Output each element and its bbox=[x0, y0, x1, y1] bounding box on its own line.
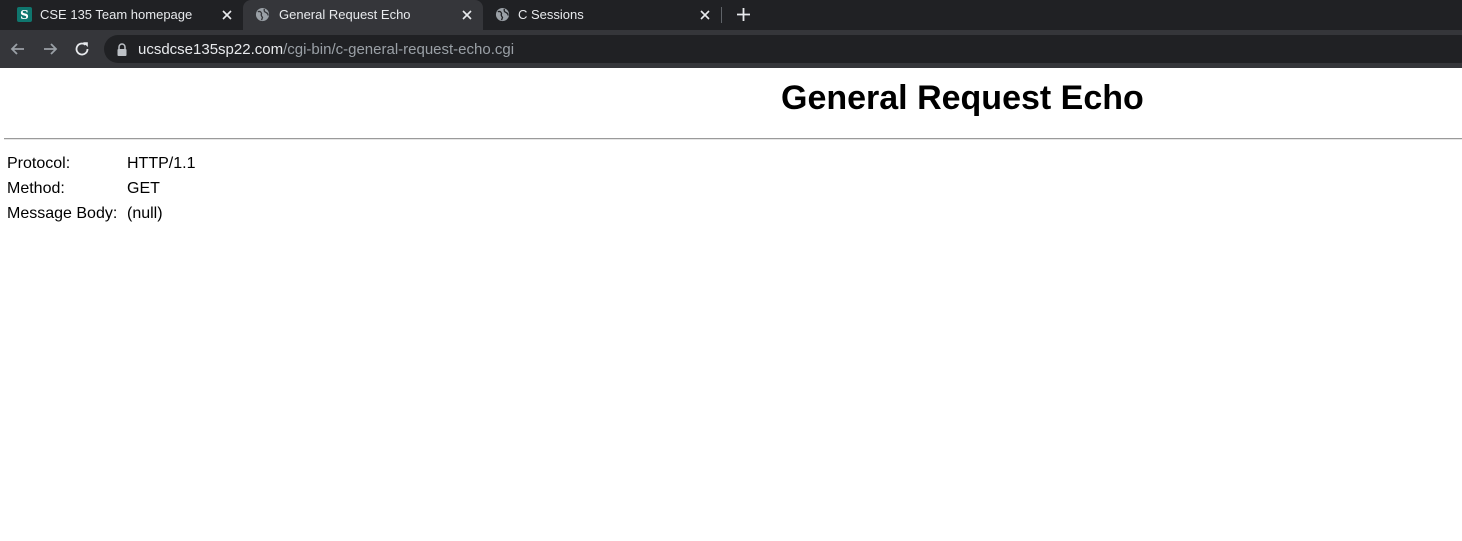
page-content: General Request Echo Protocol: HTTP/1.1 … bbox=[0, 68, 1462, 541]
reload-icon[interactable] bbox=[72, 39, 92, 59]
page-title: General Request Echo bbox=[781, 79, 1144, 117]
new-tab-icon[interactable] bbox=[733, 4, 754, 25]
horizontal-rule bbox=[4, 138, 1462, 140]
table-row: Message Body: (null) bbox=[5, 201, 197, 226]
address-bar[interactable]: ucsdcse135sp22.com/cgi-bin/c-general-req… bbox=[104, 35, 1462, 63]
globe-icon bbox=[495, 7, 510, 22]
tab-general-request-echo[interactable]: General Request Echo bbox=[243, 0, 483, 30]
url-text[interactable]: ucsdcse135sp22.com/cgi-bin/c-general-req… bbox=[138, 41, 514, 58]
forward-arrow-icon[interactable] bbox=[40, 39, 60, 59]
url-path: /cgi-bin/c-general-request-echo.cgi bbox=[283, 41, 515, 58]
close-icon[interactable] bbox=[461, 9, 473, 21]
s-logo-icon: S bbox=[17, 7, 32, 22]
tab-strip: S CSE 135 Team homepage General Request … bbox=[0, 0, 1462, 30]
tab-cse135-homepage[interactable]: S CSE 135 Team homepage bbox=[0, 0, 243, 30]
tab-title: CSE 135 Team homepage bbox=[40, 7, 193, 22]
tab-separator bbox=[721, 7, 722, 23]
lock-icon[interactable] bbox=[116, 43, 128, 56]
tab-title: General Request Echo bbox=[279, 7, 411, 22]
svg-text:S: S bbox=[20, 8, 29, 22]
table-row: Protocol: HTTP/1.1 bbox=[5, 151, 197, 176]
request-info-table: Protocol: HTTP/1.1 Method: GET Message B… bbox=[5, 151, 197, 226]
close-icon[interactable] bbox=[221, 9, 233, 21]
tab-c-sessions[interactable]: C Sessions bbox=[483, 0, 721, 30]
back-arrow-icon[interactable] bbox=[8, 39, 28, 59]
close-icon[interactable] bbox=[699, 9, 711, 21]
globe-icon bbox=[255, 7, 270, 22]
field-label: Method: bbox=[7, 180, 65, 197]
field-value: HTTP/1.1 bbox=[127, 155, 196, 172]
url-host: ucsdcse135sp22.com bbox=[138, 41, 284, 58]
table-row: Method: GET bbox=[5, 176, 197, 201]
tab-title: C Sessions bbox=[518, 7, 584, 22]
field-label: Protocol: bbox=[7, 155, 71, 172]
field-label: Message Body: bbox=[7, 205, 118, 222]
field-value: (null) bbox=[127, 205, 163, 222]
browser-toolbar: ucsdcse135sp22.com/cgi-bin/c-general-req… bbox=[0, 30, 1462, 68]
field-value: GET bbox=[127, 180, 160, 197]
